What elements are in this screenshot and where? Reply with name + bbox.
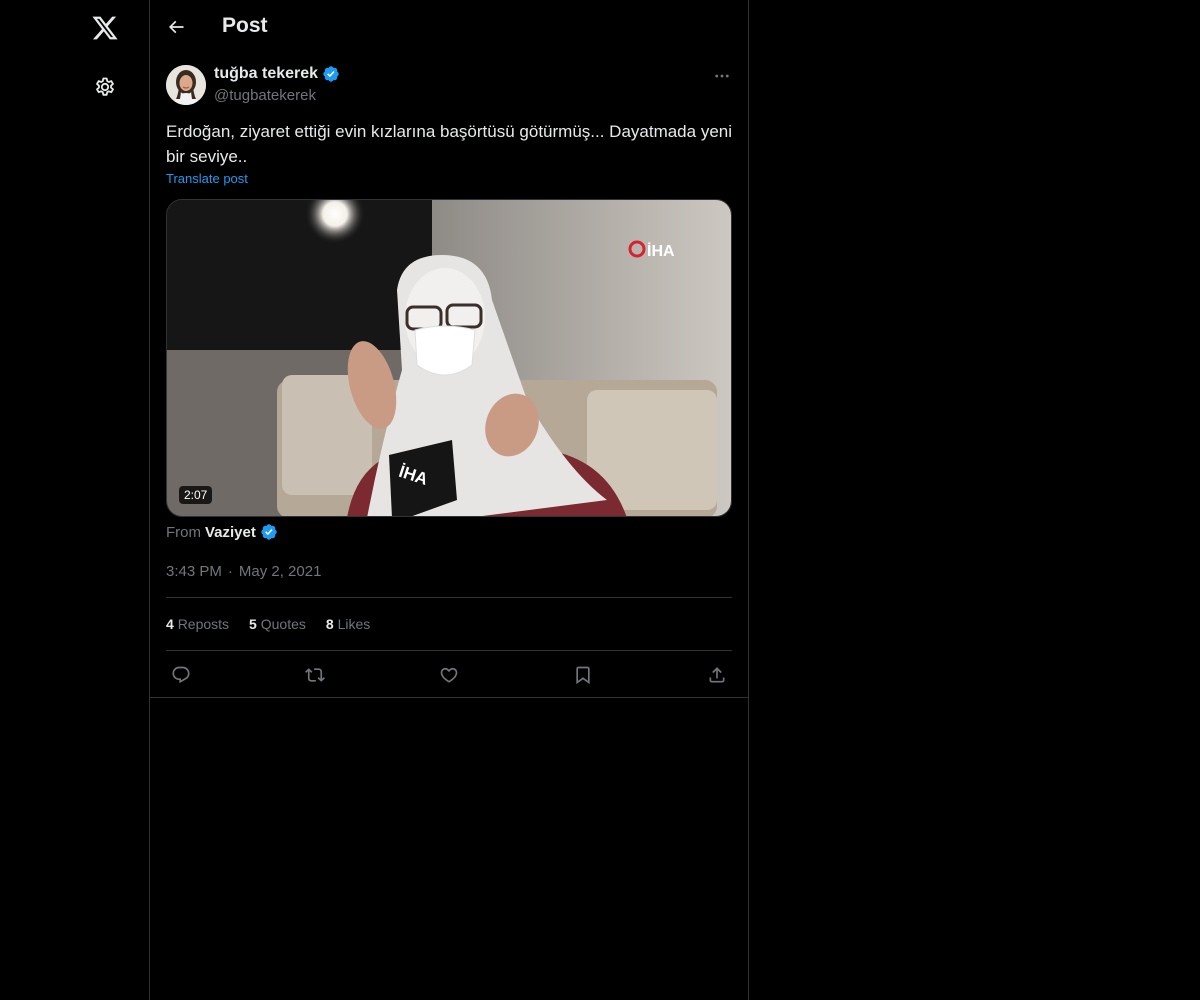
reposts-count: 4 xyxy=(166,616,174,632)
source-account[interactable]: Vaziyet xyxy=(205,524,256,541)
video-duration: 2:07 xyxy=(179,486,213,504)
bookmark-icon xyxy=(576,666,590,685)
post-timestamp[interactable]: 3:43 PM · May 2, 2021 xyxy=(166,563,321,580)
likes-count: 8 xyxy=(325,616,334,632)
x-logo-icon[interactable] xyxy=(80,3,130,53)
engagement-stats: 4 Reposts 5 Quotes 8 Likes xyxy=(166,616,370,632)
share-button[interactable] xyxy=(702,660,732,690)
bookmark-button[interactable] xyxy=(568,660,598,690)
reposts-stat[interactable]: 4 Reposts xyxy=(166,616,229,632)
translate-post-link[interactable]: Translate post xyxy=(166,171,248,186)
more-horizontal-icon xyxy=(715,74,729,78)
author-name-text: tuğba tekerek xyxy=(214,65,319,82)
page-header: Post xyxy=(150,0,748,54)
reply-button[interactable] xyxy=(166,660,196,690)
quotes-stat[interactable]: 5 Quotes xyxy=(249,616,306,632)
back-button[interactable] xyxy=(158,9,194,45)
divider xyxy=(166,597,732,598)
post-date: May 2, 2021 xyxy=(238,563,322,580)
likes-stat[interactable]: 8 Likes xyxy=(326,616,370,632)
more-options-button[interactable] xyxy=(708,64,736,88)
video-thumbnail: İHA İHA xyxy=(167,200,731,516)
likes-label: Likes xyxy=(337,616,371,632)
repost-icon xyxy=(305,668,325,682)
source-attribution: From Vaziyet xyxy=(166,523,278,541)
quotes-count: 5 xyxy=(249,616,257,632)
repost-button[interactable] xyxy=(300,660,330,690)
page-title: Post xyxy=(222,14,268,37)
reply-icon xyxy=(172,666,190,684)
avatar[interactable] xyxy=(166,65,206,105)
quotes-label: Quotes xyxy=(260,616,306,632)
from-label: From xyxy=(166,523,201,541)
action-bar xyxy=(150,651,748,697)
heart-icon xyxy=(440,667,458,683)
share-icon xyxy=(709,667,725,683)
divider xyxy=(150,697,748,698)
post-time: 3:43 PM xyxy=(166,563,222,580)
author-name[interactable]: tuğba tekerek xyxy=(214,65,340,83)
video-player[interactable]: İHA İHA 2:07 xyxy=(166,199,732,517)
reposts-label: Reposts xyxy=(177,616,230,632)
gear-icon[interactable] xyxy=(80,62,130,112)
video-watermark: İHA xyxy=(647,242,675,260)
verified-badge-icon xyxy=(323,66,339,82)
arrow-left-icon xyxy=(168,20,184,34)
verified-badge-icon xyxy=(261,524,277,540)
like-button[interactable] xyxy=(434,660,464,690)
timestamp-separator: · xyxy=(227,563,233,580)
post-text: Erdoğan, ziyaret ettiği evin kızlarına b… xyxy=(166,122,733,166)
left-nav xyxy=(0,0,150,1000)
author-handle[interactable]: @tugbatekerek xyxy=(214,87,316,104)
post-column: Post tuğba tekerek @tugbatekerek Erdoğan… xyxy=(150,0,749,1000)
